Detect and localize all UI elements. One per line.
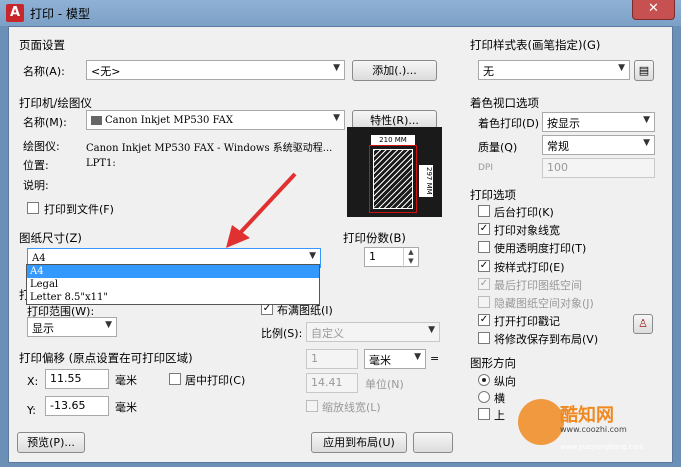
watermark-title: 酷知网 — [560, 405, 614, 426]
arrow-shaft — [238, 172, 297, 235]
watermark-logo-icon — [518, 399, 564, 445]
watermark-site: www.yueyangbang.com — [560, 443, 644, 451]
watermark-url: www.coozhi.com — [560, 425, 627, 434]
watermark: 酷知网 www.coozhi.com www.yueyangbang.com — [500, 395, 675, 463]
